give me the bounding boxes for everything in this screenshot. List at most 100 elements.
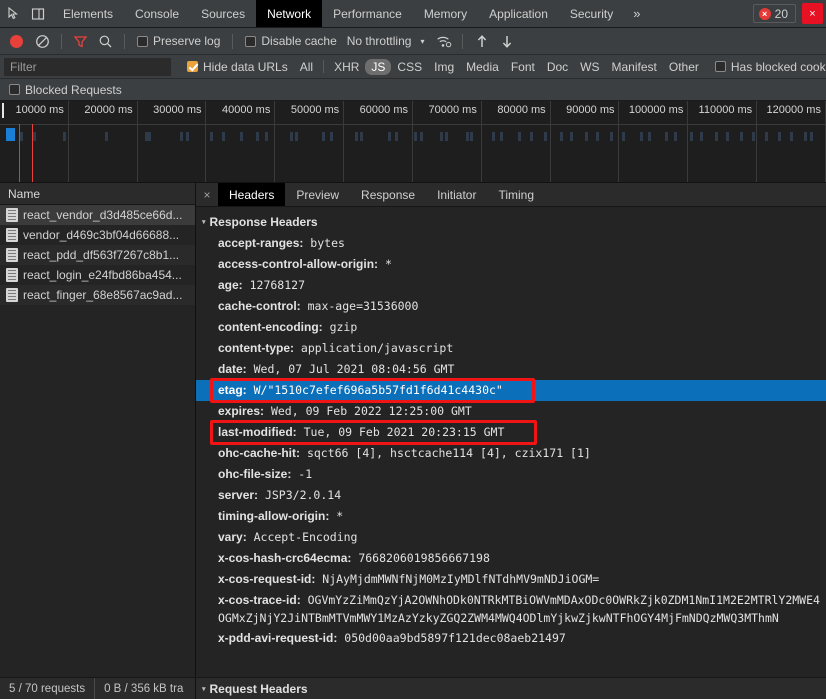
- filter-type-css[interactable]: CSS: [391, 59, 428, 75]
- overview-request-bar: [63, 132, 66, 141]
- import-har-icon[interactable]: [473, 33, 490, 50]
- overview-request-bar: [330, 132, 333, 141]
- tab-network[interactable]: Network: [256, 0, 322, 27]
- header-row[interactable]: server: JSP3/2.0.14: [196, 485, 826, 506]
- filter-type-img[interactable]: Img: [428, 59, 460, 75]
- header-row[interactable]: vary: Accept-Encoding: [196, 527, 826, 548]
- overview-request-bar: [752, 132, 755, 141]
- tab-elements-label: Elements: [63, 7, 113, 21]
- header-row[interactable]: age: 12768127: [196, 275, 826, 296]
- toolbar-divider-3: [232, 34, 233, 49]
- tab-response[interactable]: Response: [350, 183, 426, 206]
- request-headers-section-title[interactable]: ▾ Request Headers: [202, 682, 308, 696]
- request-row[interactable]: react_vendor_d3d485ce66d...: [0, 205, 195, 225]
- header-row[interactable]: date: Wed, 07 Jul 2021 08:04:56 GMT: [196, 359, 826, 380]
- filter-type-other[interactable]: Other: [663, 59, 705, 75]
- blocked-requests-checkbox[interactable]: Blocked Requests: [9, 83, 122, 97]
- request-row[interactable]: react_login_e24fbd86ba454...: [0, 265, 195, 285]
- tab-console[interactable]: Console: [124, 0, 190, 27]
- header-key: date:: [218, 362, 247, 376]
- blocked-requests-box: [9, 84, 20, 95]
- overview-tick: 30000 ms: [138, 101, 207, 182]
- header-row[interactable]: x-pdd-avi-request-id: 050d00aa9bd5897f12…: [196, 628, 826, 649]
- tab-elements[interactable]: Elements: [52, 0, 124, 27]
- filter-icon[interactable]: [72, 33, 89, 50]
- request-row[interactable]: vendor_d469c3bf04d66688...: [0, 225, 195, 245]
- header-value: application/javascript: [294, 341, 453, 355]
- network-toolbar: Preserve log Disable cache No throttling…: [0, 28, 826, 55]
- header-row[interactable]: timing-allow-origin: *: [196, 506, 826, 527]
- filter-type-manifest[interactable]: Manifest: [606, 59, 663, 75]
- export-har-icon[interactable]: [498, 33, 515, 50]
- header-row[interactable]: ohc-cache-hit: sqct66 [4], hsctcache114 …: [196, 443, 826, 464]
- chevron-down-icon[interactable]: ▾: [420, 37, 424, 46]
- preserve-log-checkbox[interactable]: Preserve log: [137, 34, 220, 48]
- record-button[interactable]: [10, 35, 23, 48]
- network-overview-timeline[interactable]: 10000 ms20000 ms30000 ms40000 ms50000 ms…: [0, 101, 826, 183]
- error-count-badge[interactable]: × 20: [753, 4, 796, 23]
- load-event-line: [32, 124, 33, 182]
- network-conditions-icon[interactable]: [435, 33, 452, 50]
- overview-tick-label: 60000 ms: [360, 104, 408, 116]
- header-row[interactable]: cache-control: max-age=31536000: [196, 296, 826, 317]
- device-toolbar-icon[interactable]: [30, 6, 46, 22]
- tab-application[interactable]: Application: [478, 0, 559, 27]
- tab-initiator[interactable]: Initiator: [426, 183, 487, 206]
- overview-request-bar: [778, 132, 781, 141]
- has-blocked-cookies-checkbox[interactable]: Has blocked cookies: [715, 60, 826, 74]
- header-key: x-cos-request-id:: [218, 572, 315, 586]
- header-row[interactable]: ohc-file-size: -1: [196, 464, 826, 485]
- filter-input[interactable]: [4, 58, 171, 76]
- filter-type-all[interactable]: All: [294, 59, 319, 75]
- filter-type-xhr[interactable]: XHR: [328, 59, 365, 75]
- tab-memory[interactable]: Memory: [413, 0, 478, 27]
- filter-type-font[interactable]: Font: [505, 59, 541, 75]
- header-row[interactable]: access-control-allow-origin: *: [196, 254, 826, 275]
- overview-request-bar: [790, 132, 793, 141]
- overview-request-bar: [570, 132, 573, 141]
- header-row[interactable]: x-cos-trace-id: OGVmYzZiMmQzYjA2OWNhODk0…: [196, 590, 826, 628]
- hide-data-urls-label: Hide data URLs: [203, 60, 288, 74]
- header-row[interactable]: content-type: application/javascript: [196, 338, 826, 359]
- search-icon[interactable]: [97, 33, 114, 50]
- tab-security-label: Security: [570, 7, 613, 21]
- detail-tabbar: × Headers Preview Response Initiator Tim…: [196, 183, 826, 207]
- inspect-icon[interactable]: [6, 6, 22, 22]
- overview-tick: 50000 ms: [275, 101, 344, 182]
- filter-type-js[interactable]: JS: [365, 59, 391, 75]
- header-row[interactable]: expires: Wed, 09 Feb 2022 12:25:00 GMT: [196, 401, 826, 422]
- filter-type-doc[interactable]: Doc: [541, 59, 574, 75]
- request-row[interactable]: react_pdd_df563f7267c8b1...: [0, 245, 195, 265]
- more-tabs-button[interactable]: »: [624, 0, 649, 27]
- header-key: age:: [218, 278, 243, 292]
- tab-sources[interactable]: Sources: [190, 0, 256, 27]
- hide-data-urls-checkbox[interactable]: Hide data URLs: [187, 60, 288, 74]
- close-icon[interactable]: ×: [802, 3, 823, 24]
- overview-request-bar: [440, 132, 443, 141]
- filter-type-media[interactable]: Media: [460, 59, 505, 75]
- tab-timing[interactable]: Timing: [487, 183, 545, 206]
- tab-timing-label: Timing: [498, 188, 534, 202]
- header-key: expires:: [218, 404, 264, 418]
- tab-performance[interactable]: Performance: [322, 0, 413, 27]
- tab-headers[interactable]: Headers: [218, 183, 285, 206]
- overview-request-bar: [186, 132, 189, 141]
- filter-type-ws[interactable]: WS: [574, 59, 605, 75]
- request-row[interactable]: react_finger_68e8567ac9ad...: [0, 285, 195, 305]
- disable-cache-checkbox[interactable]: Disable cache: [245, 34, 336, 48]
- header-value: NjAyMjdmMWNfNjM0MzIyMDlfNTdhMV9mNDJiOGM=: [315, 572, 599, 586]
- header-row[interactable]: x-cos-request-id: NjAyMjdmMWNfNjM0MzIyMD…: [196, 569, 826, 590]
- header-row[interactable]: x-cos-hash-crc64ecma: 766820601985666719…: [196, 548, 826, 569]
- header-row[interactable]: content-encoding: gzip: [196, 317, 826, 338]
- overview-tick: 110000 ms: [688, 101, 757, 182]
- detail-close-icon[interactable]: ×: [196, 183, 218, 206]
- throttling-select[interactable]: No throttling: [347, 34, 412, 48]
- header-row[interactable]: last-modified: Tue, 09 Feb 2021 20:23:15…: [196, 422, 826, 443]
- header-row[interactable]: etag: W/"1510c7efef696a5b57fd1f6d41c4430…: [196, 380, 826, 401]
- response-headers-section-title[interactable]: ▾ Response Headers: [196, 213, 826, 233]
- tab-preview[interactable]: Preview: [285, 183, 350, 206]
- header-row[interactable]: accept-ranges: bytes: [196, 233, 826, 254]
- clear-icon[interactable]: [34, 33, 51, 50]
- tab-security[interactable]: Security: [559, 0, 624, 27]
- status-bar-right: ▾ Request Headers: [196, 678, 826, 699]
